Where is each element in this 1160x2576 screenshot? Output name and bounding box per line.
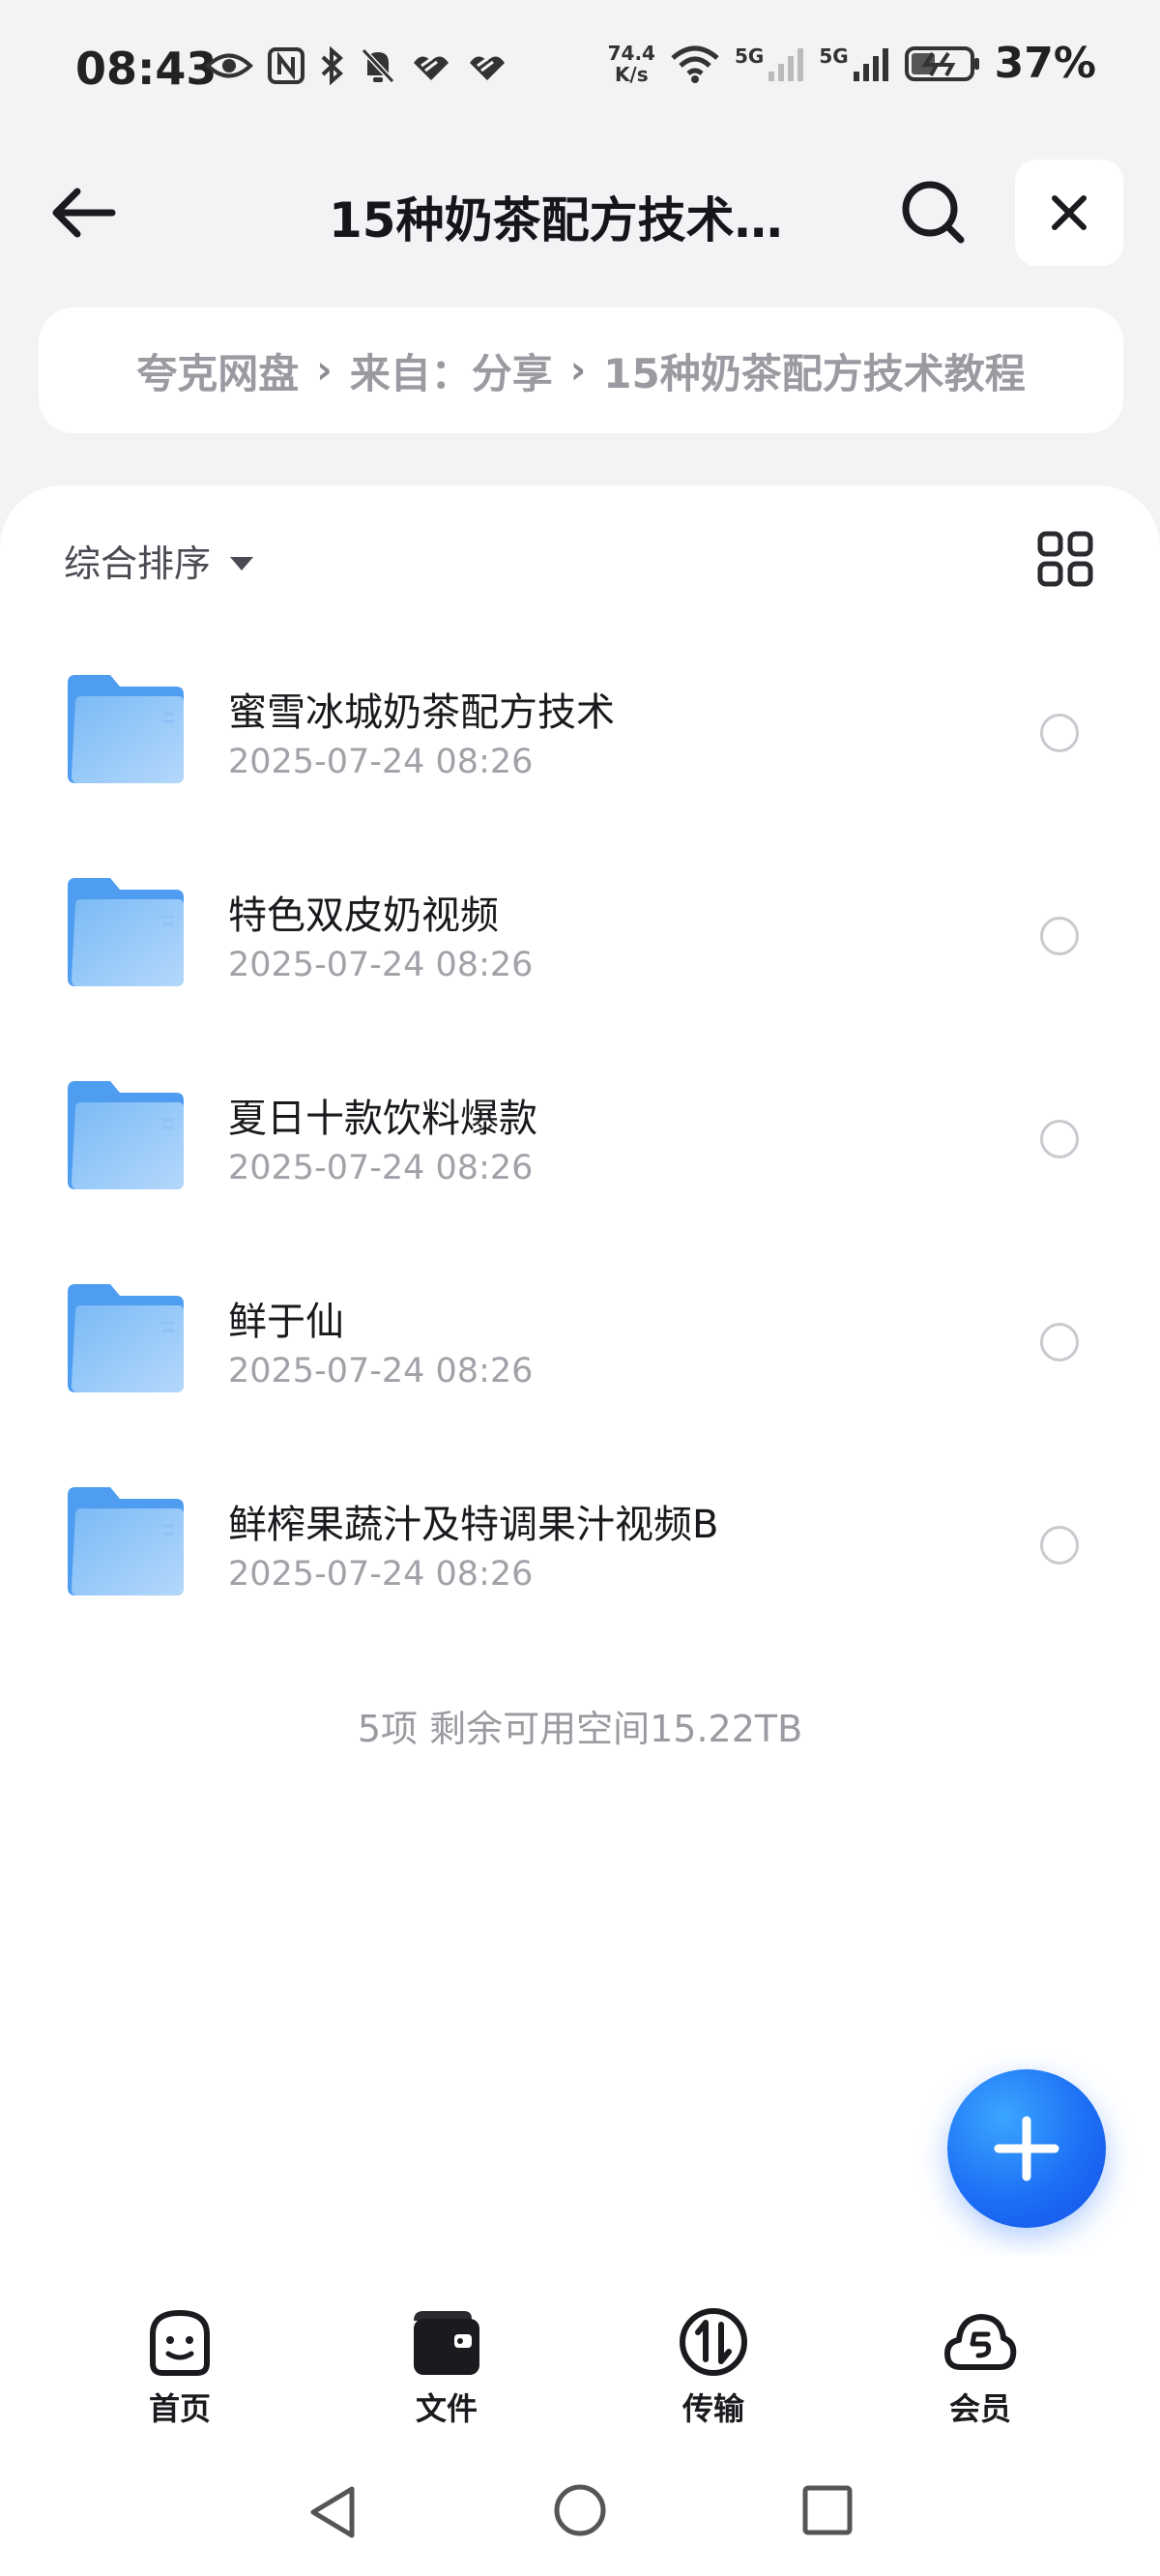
signal-icon xyxy=(768,47,804,81)
file-date: 2025-07-24 08:26 xyxy=(228,1352,534,1390)
app-heart-icon xyxy=(414,56,449,80)
tab-files[interactable]: 文件 xyxy=(379,2305,514,2429)
network-type-1: 5G xyxy=(734,44,765,68)
chevron-right-icon: › xyxy=(316,348,333,393)
battery-percent: 37% xyxy=(994,39,1096,88)
nav-home-icon[interactable] xyxy=(553,2483,607,2537)
file-date: 2025-07-24 08:26 xyxy=(228,1555,534,1594)
add-button[interactable] xyxy=(947,2069,1106,2228)
wallet-folder-icon xyxy=(414,2311,479,2375)
select-radio[interactable] xyxy=(1040,1526,1079,1565)
arrow-left-icon xyxy=(52,188,116,238)
file-row[interactable]: 蜜雪冰城奶茶配方技术 2025-07-24 08:26 xyxy=(0,640,1160,843)
file-date: 2025-07-24 08:26 xyxy=(228,743,534,781)
file-row[interactable]: 特色双皮奶视频 2025-07-24 08:26 xyxy=(0,843,1160,1046)
tab-member[interactable]: 会员 xyxy=(913,2305,1048,2429)
smile-home-icon xyxy=(150,2309,210,2376)
breadcrumb: 夸克网盘 › 来自：分享 › 15种奶茶配方技术教程 xyxy=(39,307,1123,433)
network-speed-unit: K/s xyxy=(614,62,649,86)
mute-bell-icon xyxy=(361,47,395,84)
sort-dropdown[interactable]: 综合排序 xyxy=(64,534,254,587)
tab-label: 首页 xyxy=(148,2390,211,2427)
network-speed-value: 74.4 xyxy=(607,41,655,65)
file-date: 2025-07-24 08:26 xyxy=(228,946,534,984)
close-icon xyxy=(1052,195,1087,230)
file-name: 夏日十款饮料爆款 xyxy=(228,1097,537,1141)
file-name: 鲜榨果蔬汁及特调果汁视频B xyxy=(228,1503,719,1547)
file-panel: 综合排序 蜜雪冰城奶茶配方技术 2025-07-24 08:26 特色双皮奶视频… xyxy=(0,485,1160,2255)
tab-label: 传输 xyxy=(682,2390,744,2427)
select-radio[interactable] xyxy=(1040,1323,1079,1361)
chevron-right-icon: › xyxy=(569,348,587,393)
cloud-member-icon xyxy=(944,2314,1017,2370)
file-name: 特色双皮奶视频 xyxy=(228,893,499,938)
tab-transfer[interactable]: 传输 xyxy=(646,2305,781,2429)
nfc-icon xyxy=(268,47,304,84)
battery-charging-icon xyxy=(904,45,979,81)
page-title: 15种奶茶配方技术教程 xyxy=(329,192,802,249)
folder-icon xyxy=(68,1487,184,1595)
close-button[interactable] xyxy=(1015,160,1123,266)
top-app-bar: 15种奶茶配方技术教程 xyxy=(0,155,1160,271)
search-button[interactable] xyxy=(899,178,969,248)
bluetooth-icon xyxy=(321,46,343,85)
network-speed: 74.4 K/s xyxy=(608,43,655,85)
breadcrumb-item-current: 15种奶茶配方技术教程 xyxy=(603,349,1026,397)
breadcrumb-item-share[interactable]: 来自：分享 xyxy=(350,341,553,400)
eye-icon xyxy=(205,53,253,78)
status-icons-left xyxy=(205,46,508,85)
file-row[interactable]: 鲜榨果蔬汁及特调果汁视频B 2025-07-24 08:26 xyxy=(0,1452,1160,1655)
file-list: 蜜雪冰城奶茶配方技术 2025-07-24 08:26 特色双皮奶视频 2025… xyxy=(0,640,1160,1655)
select-radio[interactable] xyxy=(1040,1120,1079,1158)
folder-icon xyxy=(68,675,184,783)
file-row[interactable]: 鲜于仙 2025-07-24 08:26 xyxy=(0,1249,1160,1452)
signal-icon-2 xyxy=(853,47,888,81)
status-bar: 08:43 74.4 K/s 5G 5G 37% xyxy=(0,0,1160,145)
folder-icon xyxy=(68,1081,184,1189)
select-radio[interactable] xyxy=(1040,917,1079,955)
network-type-2: 5G xyxy=(819,44,849,68)
grid-view-icon xyxy=(1037,531,1093,587)
tab-home[interactable]: 首页 xyxy=(112,2305,247,2429)
storage-summary: 5项 剩余可用空间15.22TB xyxy=(357,1708,803,1750)
system-nav-bar xyxy=(0,2448,1160,2576)
file-name: 蜜雪冰城奶茶配方技术 xyxy=(228,690,615,735)
folder-icon xyxy=(68,878,184,986)
back-button[interactable] xyxy=(48,182,126,244)
sort-label: 综合排序 xyxy=(64,542,212,585)
file-date: 2025-07-24 08:26 xyxy=(228,1149,534,1187)
file-row[interactable]: 夏日十款饮料爆款 2025-07-24 08:26 xyxy=(0,1046,1160,1249)
select-radio[interactable] xyxy=(1040,714,1079,752)
nav-recents-icon[interactable] xyxy=(800,2483,855,2537)
file-name: 鲜于仙 xyxy=(228,1300,344,1344)
nav-back-icon[interactable] xyxy=(305,2483,360,2541)
folder-icon xyxy=(68,1284,184,1392)
status-time: 08:43 xyxy=(75,43,218,95)
caret-down-icon xyxy=(230,556,254,571)
wifi-icon xyxy=(671,45,719,83)
tab-label: 会员 xyxy=(948,2390,1011,2427)
grid-view-button[interactable] xyxy=(1036,530,1094,588)
bottom-tab-bar: 首页 文件 传输 会员 xyxy=(0,2255,1160,2448)
transfer-icon xyxy=(680,2308,747,2376)
app-heart-icon-2 xyxy=(470,56,505,80)
tab-label: 文件 xyxy=(415,2390,478,2427)
breadcrumb-item-root[interactable]: 夸克网盘 xyxy=(136,341,299,400)
status-icons-right: 74.4 K/s 5G 5G 37% xyxy=(608,39,1096,88)
plus-icon xyxy=(994,2116,1059,2181)
search-icon xyxy=(902,181,965,244)
